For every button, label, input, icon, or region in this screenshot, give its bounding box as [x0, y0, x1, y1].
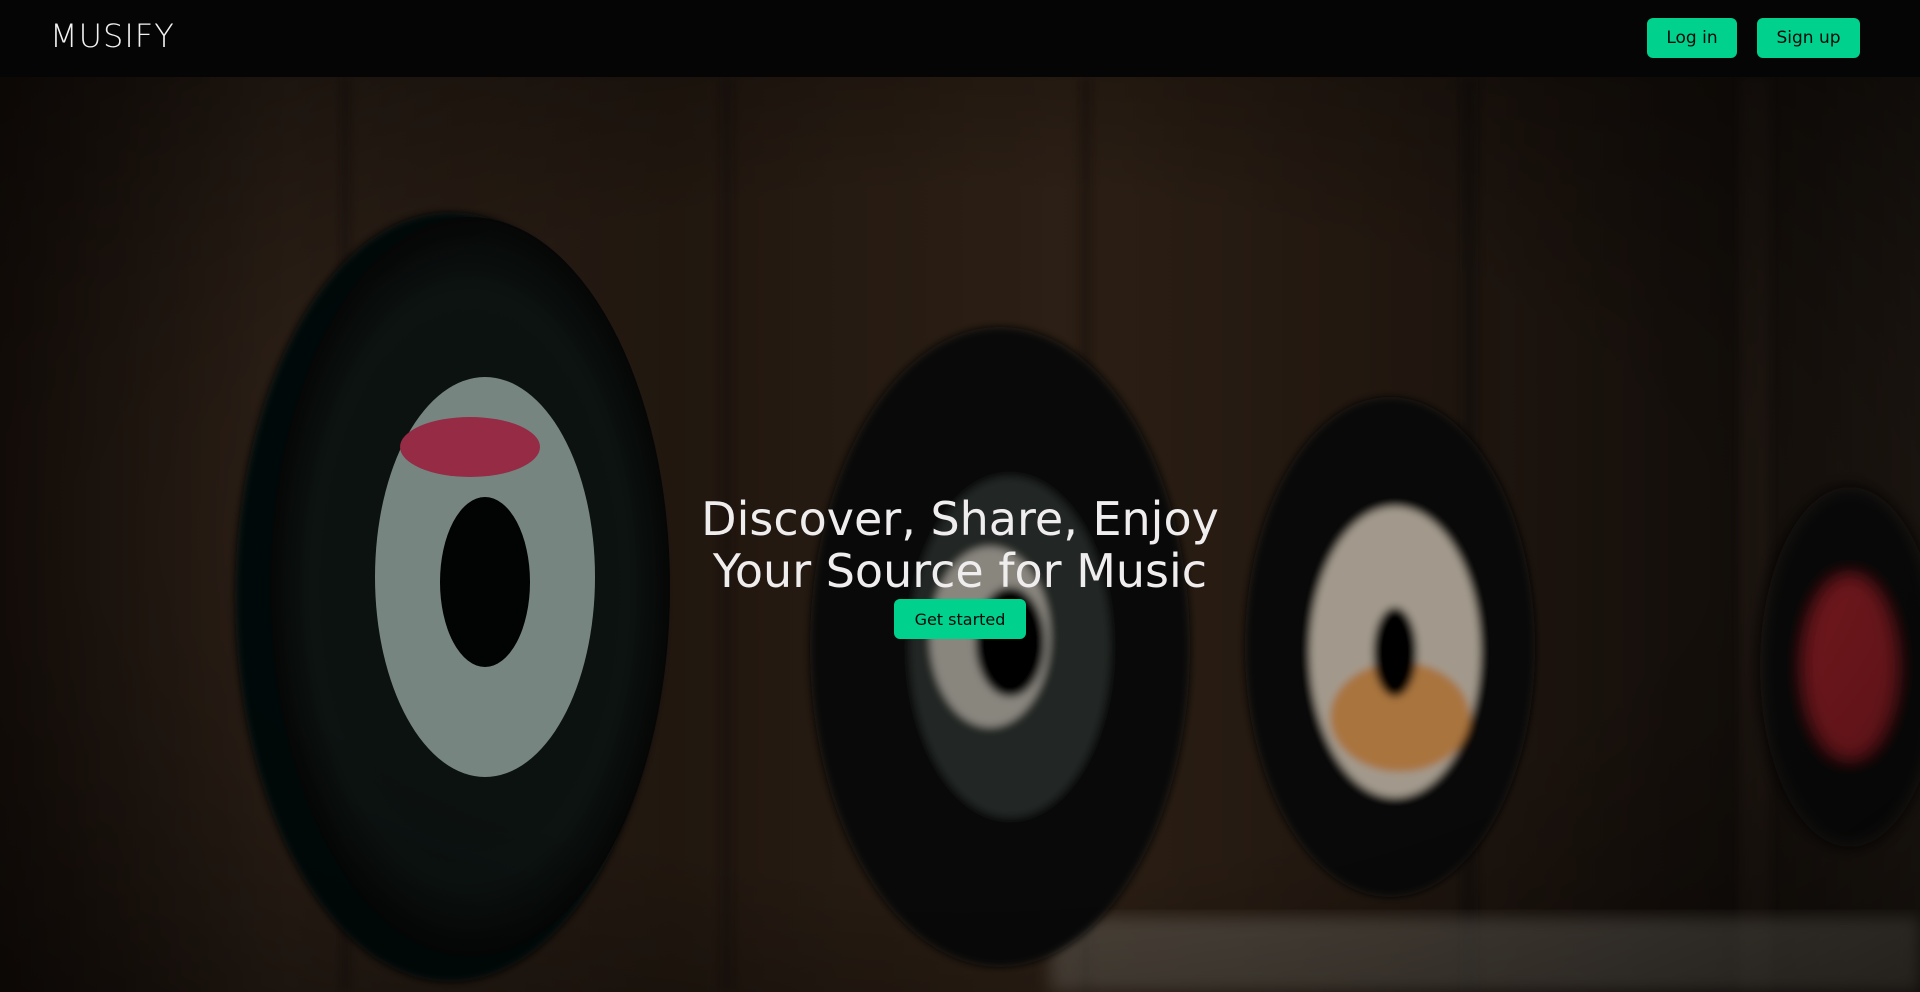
login-button[interactable]: Log in [1647, 18, 1737, 58]
hero-title-line-2: Your Source for Music [712, 543, 1208, 598]
get-started-button[interactable]: Get started [894, 599, 1026, 639]
hero-title: Discover, Share, Enjoy Your Source for M… [0, 493, 1920, 597]
brand-logo[interactable]: MUSIFY [50, 17, 175, 55]
top-navbar: MUSIFY Log in Sign up [0, 0, 1920, 77]
hero-section: Discover, Share, Enjoy Your Source for M… [0, 77, 1920, 992]
hero-title-line-1: Discover, Share, Enjoy [701, 491, 1219, 546]
signup-button[interactable]: Sign up [1757, 18, 1860, 58]
